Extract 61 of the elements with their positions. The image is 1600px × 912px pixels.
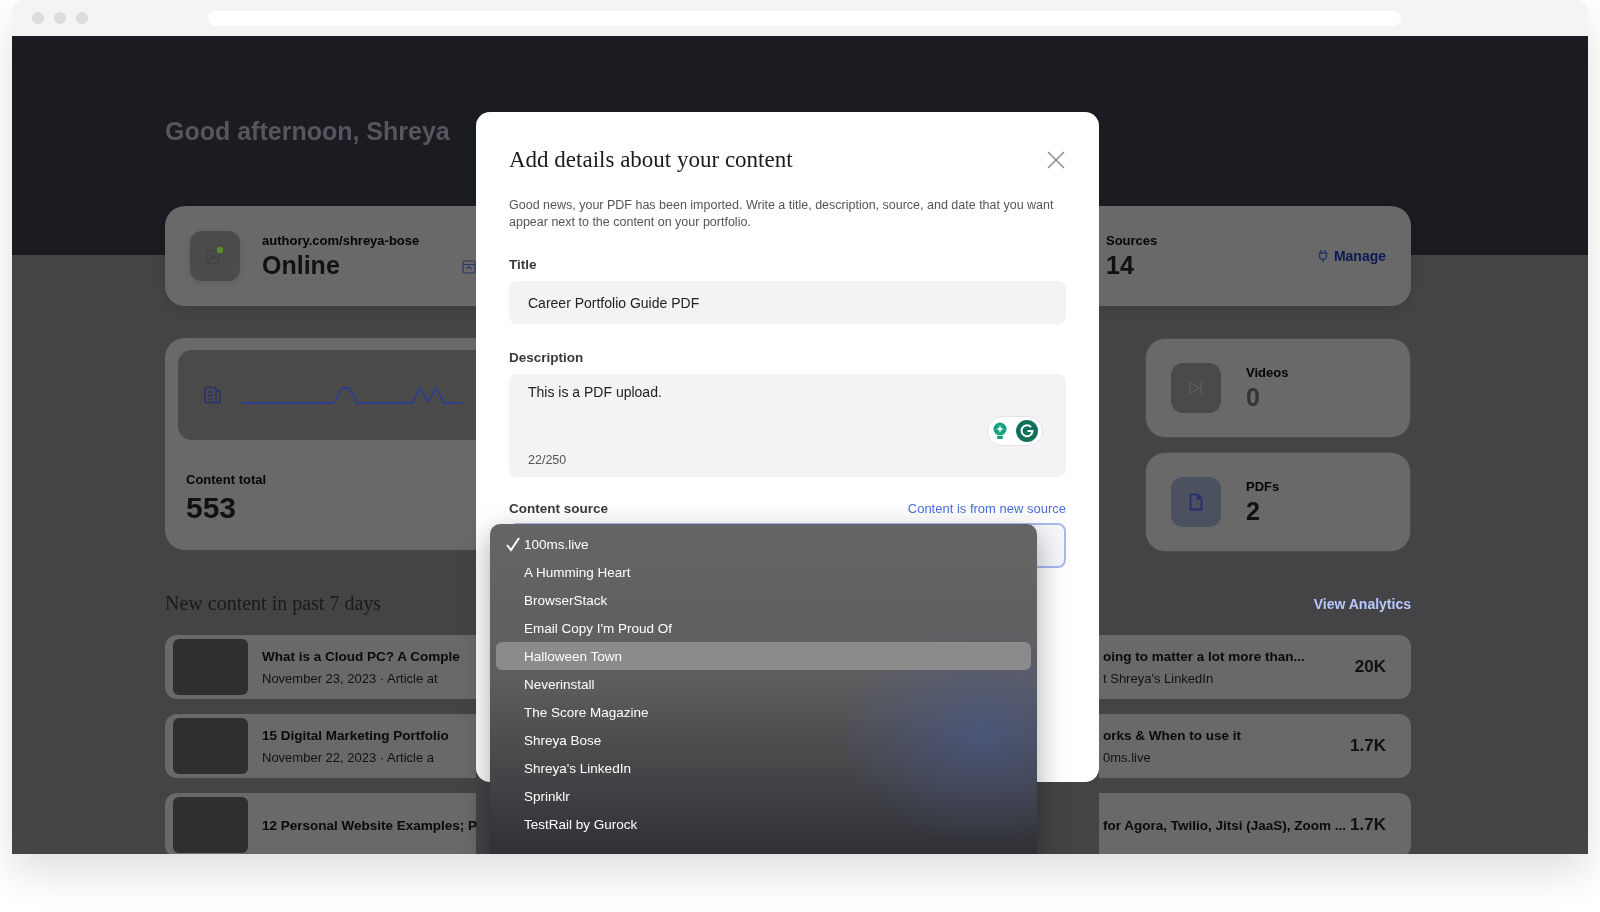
greeting: Good afternoon, Shreya xyxy=(165,116,451,146)
status-value: Online xyxy=(262,250,341,280)
document-icon xyxy=(204,386,222,404)
content-meta: November 22, 2023 · Article a xyxy=(262,749,435,765)
menu-item[interactable]: Neverinstall xyxy=(496,670,1031,698)
view-count: 1.7K xyxy=(1350,736,1386,756)
writing-assistant-widget[interactable] xyxy=(987,416,1043,446)
content-title: What is a Cloud PC? A Comple xyxy=(262,648,460,664)
content-row[interactable]: What is a Cloud PC? A Comple November 23, 2023 · Article at xyxy=(165,635,476,699)
content-row[interactable]: oing to matter a lot more than... t Shreya's LinkedIn 20K xyxy=(1099,635,1411,699)
menu-item[interactable]: Email Copy I'm Proud Of xyxy=(496,614,1031,642)
content-title: orks & When to use it xyxy=(1103,727,1241,743)
content-title: for Agora, Twilio, Jitsi (JaaS), Zoom ... xyxy=(1103,817,1347,833)
content-row[interactable]: orks & When to use it 0ms.live 1.7K xyxy=(1099,714,1411,778)
menu-item[interactable]: Shreya's LinkedIn xyxy=(496,754,1031,782)
menu-item[interactable]: A Humming Heart xyxy=(496,558,1031,586)
window-control-button[interactable] xyxy=(32,12,44,24)
content-row[interactable]: 15 Digital Marketing Portfolio November 22, 2023 · Article a xyxy=(165,714,476,778)
content-title: 12 Personal Website Examples; P xyxy=(262,817,478,833)
menu-item[interactable]: Sprinklr xyxy=(496,782,1031,810)
menu-item[interactable]: TestRail by Gurock xyxy=(496,810,1031,838)
menu-item[interactable]: Halloween Town xyxy=(496,642,1031,670)
view-count: 1.7K xyxy=(1350,815,1386,835)
view-analytics-link[interactable]: View Analytics xyxy=(1313,595,1411,612)
content-meta: November 23, 2023 · Article at xyxy=(262,670,439,686)
content-title: 15 Digital Marketing Portfolio xyxy=(262,727,449,743)
plug-icon xyxy=(1317,249,1328,263)
stat-label: Videos xyxy=(1246,364,1289,380)
content-total-label: Content total xyxy=(186,472,268,487)
menu-item[interactable]: BrowserStack xyxy=(496,586,1031,614)
window-control-button[interactable] xyxy=(54,12,66,24)
file-icon xyxy=(1189,493,1203,511)
content-row[interactable]: for Agora, Twilio, Jitsi (JaaS), Zoom ... 1.7K xyxy=(1099,793,1411,854)
stat-value: 2 xyxy=(1246,496,1261,526)
description-field[interactable]: This is a PDF upload. 22/250 xyxy=(509,374,1066,477)
view-count: 20K xyxy=(1354,657,1386,677)
sources-count: 14 xyxy=(1106,250,1135,280)
content-total-value: 553 xyxy=(186,491,238,525)
new-source-link[interactable]: Content is from new source xyxy=(907,501,1066,516)
sources-label: Sources xyxy=(1106,232,1158,248)
intro-text: Good news, your PDF has been imported. Write a title, description, source, and date that you want appear next to the content on your portfolio. xyxy=(509,197,1055,230)
close-button[interactable] xyxy=(1046,150,1066,170)
bulb-icon xyxy=(992,422,1008,440)
archive-icon[interactable] xyxy=(462,260,476,274)
stat-label: PDFs xyxy=(1246,478,1280,494)
title-input[interactable]: Career Portfolio Guide PDF xyxy=(509,281,1066,324)
content-title: oing to matter a lot more than... xyxy=(1103,648,1305,664)
content-row[interactable]: 12 Personal Website Examples; P xyxy=(165,793,476,854)
content-meta: t Shreya's LinkedIn xyxy=(1103,670,1215,686)
menu-item[interactable]: Shreya Bose xyxy=(496,726,1031,754)
menu-item[interactable]: The Score Magazine xyxy=(496,698,1031,726)
menu-item[interactable]: 100ms.live xyxy=(496,530,1031,558)
portfolio-url: authory.com/shreya-bose xyxy=(262,232,420,248)
content-meta: 0ms.live xyxy=(1103,749,1152,765)
window-control-button[interactable] xyxy=(76,12,88,24)
field-label: Title xyxy=(509,257,538,272)
field-label: Content source xyxy=(509,501,608,516)
field-label: Description xyxy=(509,350,585,365)
image-icon xyxy=(205,246,225,266)
character-counter: 22/250 xyxy=(528,453,568,467)
modal-title: Add details about your content xyxy=(509,147,793,173)
